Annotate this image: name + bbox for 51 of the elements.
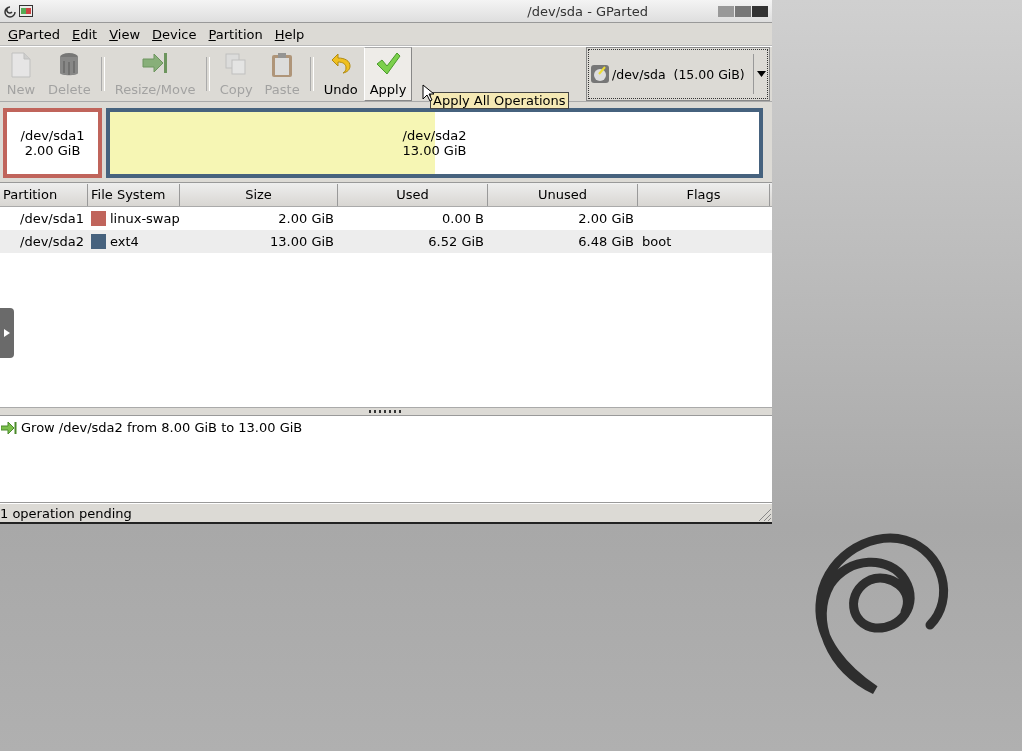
table-cell: 6.48 GiB [578, 234, 634, 249]
arrow-to-bar-icon [1, 420, 17, 435]
tooltip: Apply All Operations [430, 92, 569, 109]
partition-name: /dev/sda2 [402, 128, 467, 143]
partition-block[interactable]: /dev/sda1 2.00 GiB [3, 108, 102, 178]
operation-text: Grow /dev/sda2 from 8.00 GiB to 13.00 GiB [21, 420, 303, 435]
menu-item[interactable]: Help [268, 26, 311, 42]
table-cell: 2.00 GiB [278, 211, 334, 226]
column-header[interactable]: Partition [0, 183, 88, 206]
undo-button[interactable]: Undo [317, 47, 364, 101]
trash-can-icon [58, 52, 81, 78]
copy-icon [224, 52, 249, 76]
menu-item[interactable]: Device [146, 26, 203, 42]
partition-name: /dev/sda1 [20, 128, 85, 143]
arrow-to-bar-icon [142, 52, 169, 74]
table-cell: ext4 [110, 234, 139, 249]
partition-size: 2.00 GiB [24, 143, 81, 158]
table-cell-text: /dev/sda1 [19, 211, 85, 226]
menu-item[interactable]: View [103, 26, 147, 42]
status-text: 1 operation pending [0, 505, 132, 521]
document-icon [10, 52, 32, 78]
device-dropdown[interactable]: /dev/sda (15.00 GiB) [586, 47, 770, 101]
column-header[interactable]: Unused [488, 183, 638, 206]
menu-item[interactable]: GParted [2, 26, 66, 42]
window-title: /dev/sda - GParted [527, 3, 648, 19]
pane-grip[interactable] [369, 410, 403, 413]
clipboard-icon [271, 52, 294, 78]
partition-size: 13.00 GiB [402, 143, 467, 158]
table-cell: linux-swap [110, 211, 180, 226]
column-header[interactable]: Size [180, 183, 338, 206]
table-cell: 2.00 GiB [578, 211, 634, 226]
caret-icon [757, 71, 766, 77]
table-cell: 6.52 GiB [428, 234, 484, 249]
close-button[interactable] [752, 5, 768, 17]
swirl-icon [3, 4, 17, 18]
table-cell: 0.00 B [442, 211, 484, 226]
column-header[interactable]: Flags [638, 183, 770, 206]
table-cell-text: /dev/sda2 [19, 234, 85, 249]
undo-icon [329, 52, 352, 74]
partition-block[interactable]: /dev/sda2 13.00 GiB [106, 108, 763, 178]
table-cell: boot [642, 234, 672, 249]
checkmark-icon [375, 52, 401, 76]
column-header[interactable]: Used [338, 183, 488, 206]
apply-button[interactable]: Apply [363, 47, 413, 101]
maximize-button[interactable] [735, 5, 751, 17]
menu-item[interactable]: Edit [66, 26, 104, 42]
table-cell: 13.00 GiB [270, 234, 334, 249]
menu-item[interactable]: Partition [202, 26, 269, 42]
app-icon [19, 5, 33, 17]
side-panel-handle[interactable] [0, 308, 14, 358]
column-header[interactable]: File System [88, 183, 180, 206]
